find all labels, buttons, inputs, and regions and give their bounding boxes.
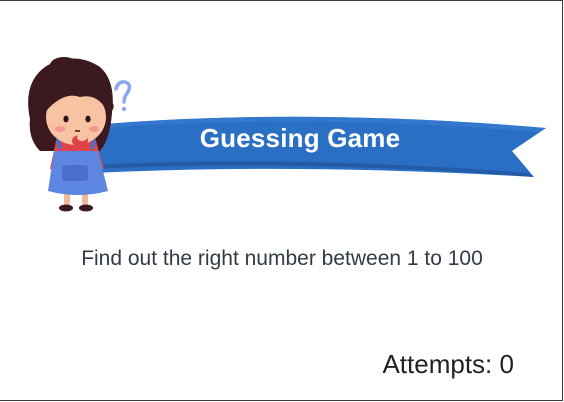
question-mark-icon	[109, 80, 132, 112]
game-title: Guessing Game	[199, 123, 401, 153]
instruction-text: Find out the right number between 1 to 1…	[81, 247, 483, 270]
game-frame: Guessing Game Find out the right number …	[0, 0, 563, 401]
attempts-counter: Attempts: 0	[382, 349, 514, 380]
thinking-girl-icon	[28, 57, 113, 212]
header-graphic	[28, 57, 546, 212]
attempts-label: Attempts:	[382, 349, 493, 379]
attempts-value: 0	[499, 349, 514, 379]
